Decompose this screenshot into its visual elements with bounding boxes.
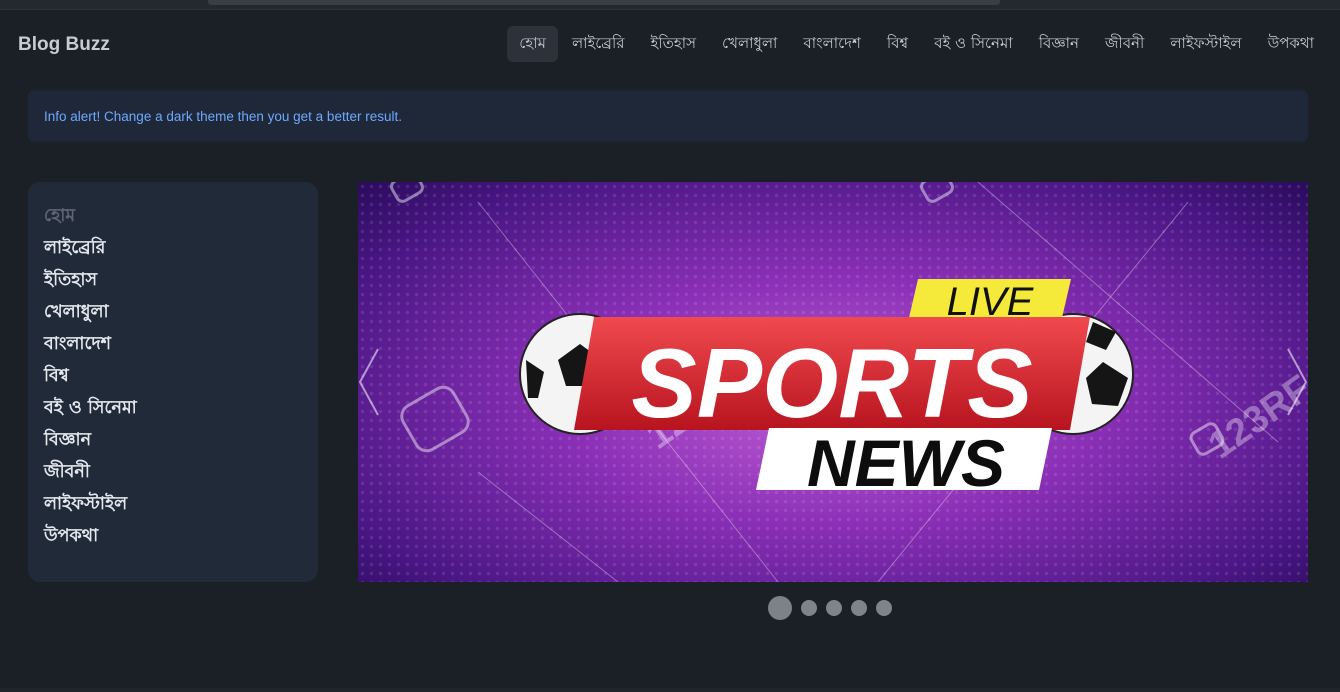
carousel-next-button[interactable] — [1278, 347, 1308, 417]
sidebar-item-world[interactable]: বিশ্ব — [44, 360, 302, 392]
sidebar-item-biography[interactable]: জীবনী — [44, 456, 302, 488]
main-nav: হোম লাইব্রেরি ইতিহাস খেলাধুলা বাংলাদেশ ব… — [507, 26, 1326, 62]
sidebar-item-bangladesh[interactable]: বাংলাদেশ — [44, 328, 302, 360]
sidebar-item-library[interactable]: লাইব্রেরি — [44, 232, 302, 264]
page-bottom-edge — [0, 688, 1340, 692]
info-alert: Info alert! Change a dark theme then you… — [28, 90, 1308, 142]
nav-item-lifestyle[interactable]: লাইফস্টাইল — [1158, 26, 1253, 62]
nav-item-books-movies[interactable]: বই ও সিনেমা — [922, 26, 1025, 62]
sidebar-item-books-movies[interactable]: বই ও সিনেমা — [44, 392, 302, 424]
carousel-indicator-4[interactable] — [851, 600, 867, 616]
sports-news-slide: 123RF 123RF LIVE SPORTS NEWS — [390, 182, 1308, 582]
nav-item-sports[interactable]: খেলাধুলা — [710, 26, 789, 62]
news-subline: NEWS — [807, 426, 1005, 500]
nav-item-library[interactable]: লাইব্রেরি — [560, 26, 637, 62]
nav-item-science[interactable]: বিজ্ঞান — [1027, 26, 1091, 62]
top-scrollbar[interactable] — [208, 0, 1000, 5]
info-alert-text: Info alert! Change a dark theme then you… — [44, 108, 402, 124]
sports-headline: SPORTS — [631, 328, 1032, 438]
sidebar-item-folklore[interactable]: উপকথা — [44, 520, 302, 552]
nav-item-biography[interactable]: জীবনী — [1093, 26, 1156, 62]
brand-logo[interactable]: Blog Buzz — [18, 34, 110, 56]
nav-item-bangladesh[interactable]: বাংলাদেশ — [791, 26, 872, 62]
nav-item-home[interactable]: হোম — [507, 26, 558, 62]
carousel-indicator-3[interactable] — [826, 600, 842, 616]
sidebar-item-science[interactable]: বিজ্ঞান — [44, 424, 302, 456]
sidebar-item-history[interactable]: ইতিহাস — [44, 264, 302, 296]
nav-item-folklore[interactable]: উপকথা — [1256, 26, 1326, 62]
nav-item-history[interactable]: ইতিহাস — [639, 26, 709, 62]
sidebar-menu: হোম লাইব্রেরি ইতিহাস খেলাধুলা বাংলাদেশ ব… — [28, 182, 318, 582]
window-top-strip — [0, 0, 1340, 10]
carousel-prev-button[interactable] — [358, 347, 388, 417]
carousel-indicator-2[interactable] — [801, 600, 817, 616]
carousel-indicator-1[interactable] — [768, 596, 792, 620]
navbar: Blog Buzz হোম লাইব্রেরি ইতিহাস খেলাধুলা … — [0, 10, 1340, 82]
nav-item-world[interactable]: বিশ্ব — [875, 26, 920, 62]
carousel-indicator-5[interactable] — [876, 600, 892, 616]
carousel-indicators — [768, 596, 892, 620]
sidebar-item-lifestyle[interactable]: লাইফস্টাইল — [44, 488, 302, 520]
image-carousel[interactable]: 123RF 123RF LIVE SPORTS NEWS — [358, 182, 1308, 582]
chevron-right-icon — [1287, 348, 1308, 416]
sidebar-item-home[interactable]: হোম — [44, 200, 302, 232]
chevron-left-icon — [358, 348, 379, 416]
sidebar-item-sports[interactable]: খেলাধুলা — [44, 296, 302, 328]
